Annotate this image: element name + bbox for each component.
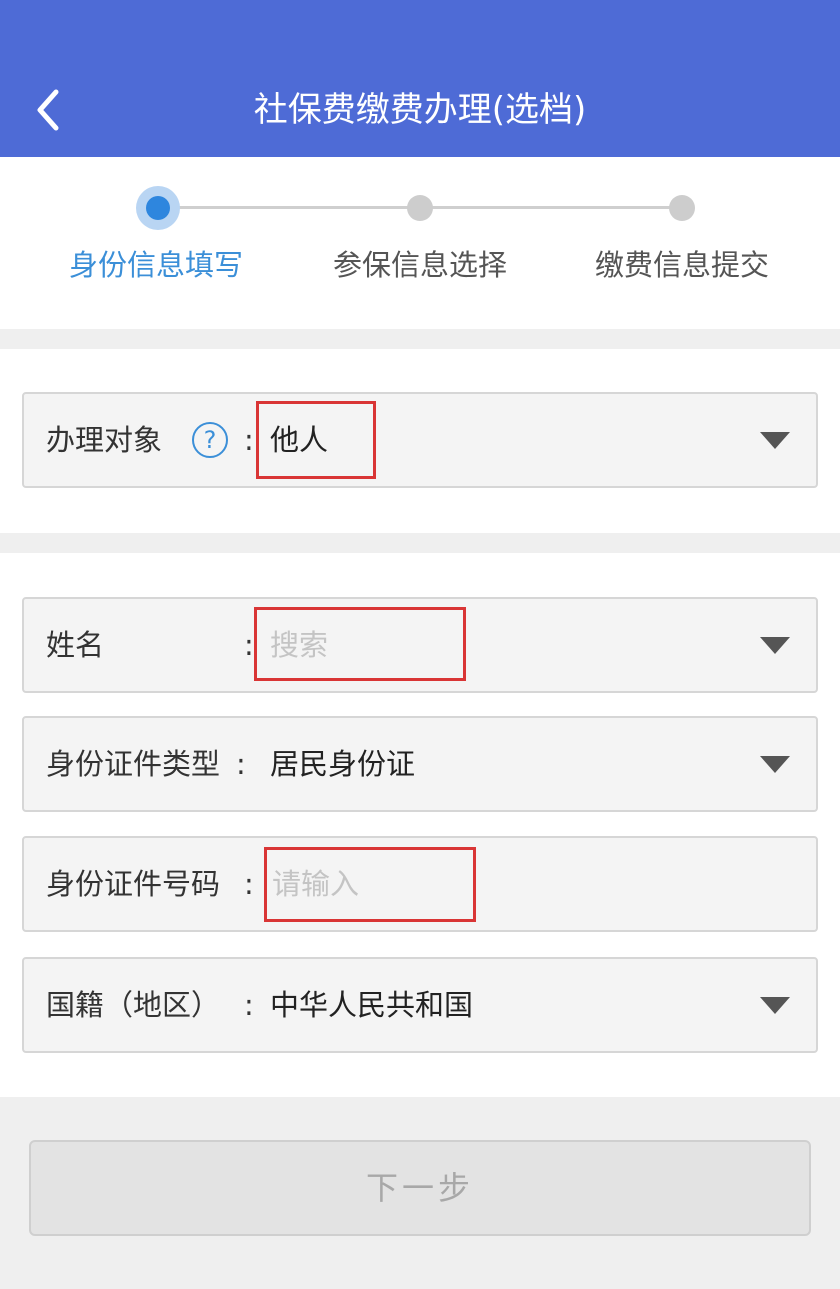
highlight-box [254,607,466,681]
id-type-select[interactable]: 身份证件类型 : 居民身份证 [22,716,818,812]
step-3-dot [669,195,695,221]
name-colon: : [244,628,254,662]
chevron-down-icon [760,432,790,449]
app-header: 社保费缴费办理(选档) [0,0,840,157]
step-1-label: 身份信息填写 [68,248,243,282]
question-circle-icon[interactable]: ? [192,422,228,458]
step-connector [432,206,670,209]
step-2-dot [407,195,433,221]
chevron-down-icon [760,637,790,654]
progress-stepper: 身份信息填写 参保信息选择 缴费信息提交 [0,157,840,329]
nationality-colon: : [244,988,254,1022]
nationality-value: 中华人民共和国 [270,988,474,1022]
target-label: 办理对象 [46,423,163,457]
id-type-colon: : [236,747,246,781]
highlight-box [264,847,476,922]
target-colon: : [244,423,254,457]
step-3-label: 缴费信息提交 [594,248,769,282]
step-2-label: 参保信息选择 [332,248,507,282]
nationality-select[interactable]: 国籍（地区） : 中华人民共和国 [22,957,818,1053]
page-title: 社保费缴费办理(选档) [253,90,587,130]
section-divider [0,329,840,349]
chevron-down-icon [760,756,790,773]
step-connector [178,206,408,209]
step-1-active-dot [136,186,180,230]
next-step-button[interactable]: 下一步 [29,1140,811,1236]
target-select[interactable]: 办理对象 ? : 他人 [22,392,818,488]
id-number-colon: : [244,867,254,901]
id-type-value: 居民身份证 [270,747,416,781]
name-label: 姓名 [46,628,105,662]
section-divider [0,533,840,553]
id-number-label: 身份证件号码 [46,867,221,901]
id-type-label: 身份证件类型 [46,747,221,781]
chevron-down-icon [760,997,790,1014]
nationality-label: 国籍（地区） [46,988,221,1022]
highlight-box [256,401,376,479]
